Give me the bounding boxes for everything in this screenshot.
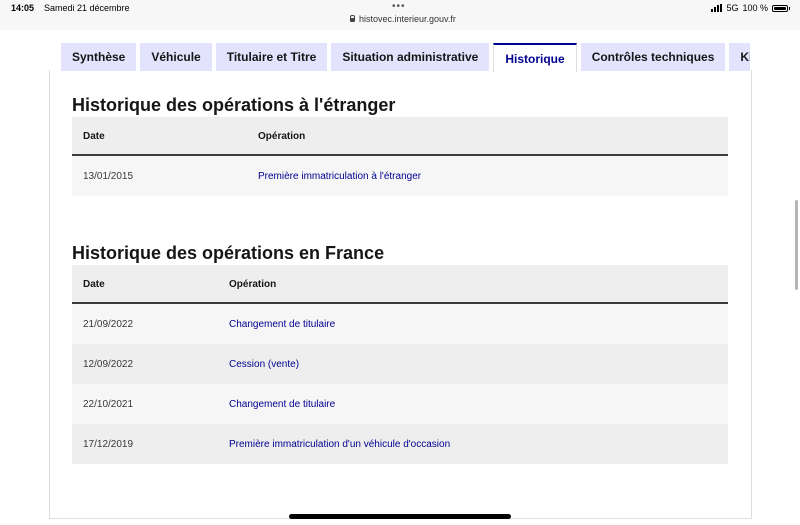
column-header-date: Date bbox=[83, 131, 105, 142]
tab-historique[interactable]: Historique bbox=[493, 43, 577, 72]
status-time: 14:05 bbox=[11, 3, 35, 13]
operation-label: Changement de titulaire bbox=[229, 319, 336, 330]
table-row: 12/09/2022 Cession (vente) bbox=[72, 344, 728, 384]
status-bar: 14:05 Samedi 21 décembre ••• histovec.in… bbox=[0, 0, 800, 30]
home-indicator[interactable] bbox=[289, 514, 511, 519]
france-operations-table: Date Opération 21/09/2022 Changement de t… bbox=[72, 265, 728, 464]
operation-label: Première immatriculation d'un véhicule d… bbox=[229, 439, 451, 450]
operation-label: Première immatriculation à l'étranger bbox=[258, 171, 422, 182]
operation-label: Changement de titulaire bbox=[229, 399, 336, 410]
table-header: Date Opération bbox=[72, 117, 728, 156]
table-row: 21/09/2022 Changement de titulaire bbox=[72, 304, 728, 344]
operation-label: Cession (vente) bbox=[229, 359, 300, 370]
address-bar[interactable]: histovec.interieur.gouv.fr bbox=[350, 14, 456, 24]
tab-situation-administrative[interactable]: Situation administrative bbox=[331, 43, 490, 71]
operation-date: 21/09/2022 bbox=[83, 319, 134, 330]
url-text: histovec.interieur.gouv.fr bbox=[359, 14, 456, 24]
table-row: 17/12/2019 Première immatriculation d'un … bbox=[72, 424, 728, 464]
battery-percent: 100 % bbox=[742, 3, 768, 13]
status-date: Samedi 21 décembre bbox=[44, 3, 130, 13]
more-dots-icon[interactable]: ••• bbox=[392, 1, 406, 12]
tab-titulaire-et-titre[interactable]: Titulaire et Titre bbox=[215, 43, 328, 71]
operation-date: 22/10/2021 bbox=[83, 399, 134, 410]
column-header-operation: Opération bbox=[229, 279, 277, 290]
signal-icon bbox=[711, 4, 723, 12]
tab-kilometrage[interactable]: Kilométrage bbox=[729, 43, 750, 71]
abroad-operations-table: Date Opération 13/01/2015 Première immatr… bbox=[72, 117, 728, 196]
operation-date: 13/01/2015 bbox=[83, 171, 134, 182]
section-title-france: Historique des opérations en France bbox=[72, 243, 385, 263]
status-indicators: 5G 100 % bbox=[711, 3, 790, 13]
tab-vehicule[interactable]: Véhicule bbox=[140, 43, 212, 71]
tab-controles-techniques[interactable]: Contrôles techniques bbox=[580, 43, 726, 71]
tab-bar: Synthèse Véhicule Titulaire et Titre Situat… bbox=[0, 43, 750, 73]
table-header: Date Opération bbox=[72, 265, 728, 304]
lock-icon bbox=[350, 15, 355, 22]
operation-date: 12/09/2022 bbox=[83, 359, 134, 370]
operation-date: 17/12/2019 bbox=[83, 439, 134, 450]
column-header-operation: Opération bbox=[258, 131, 306, 142]
table-row: 22/10/2021 Changement de titulaire bbox=[72, 384, 728, 424]
table-row: 13/01/2015 Première immatriculation à l'é… bbox=[72, 156, 728, 196]
column-header-date: Date bbox=[83, 279, 105, 290]
section-title-abroad: Historique des opérations à l'étranger bbox=[72, 95, 396, 115]
battery-icon bbox=[772, 4, 790, 12]
tab-synthese[interactable]: Synthèse bbox=[61, 43, 137, 71]
scrollbar[interactable] bbox=[795, 200, 798, 290]
network-label: 5G bbox=[726, 3, 739, 13]
